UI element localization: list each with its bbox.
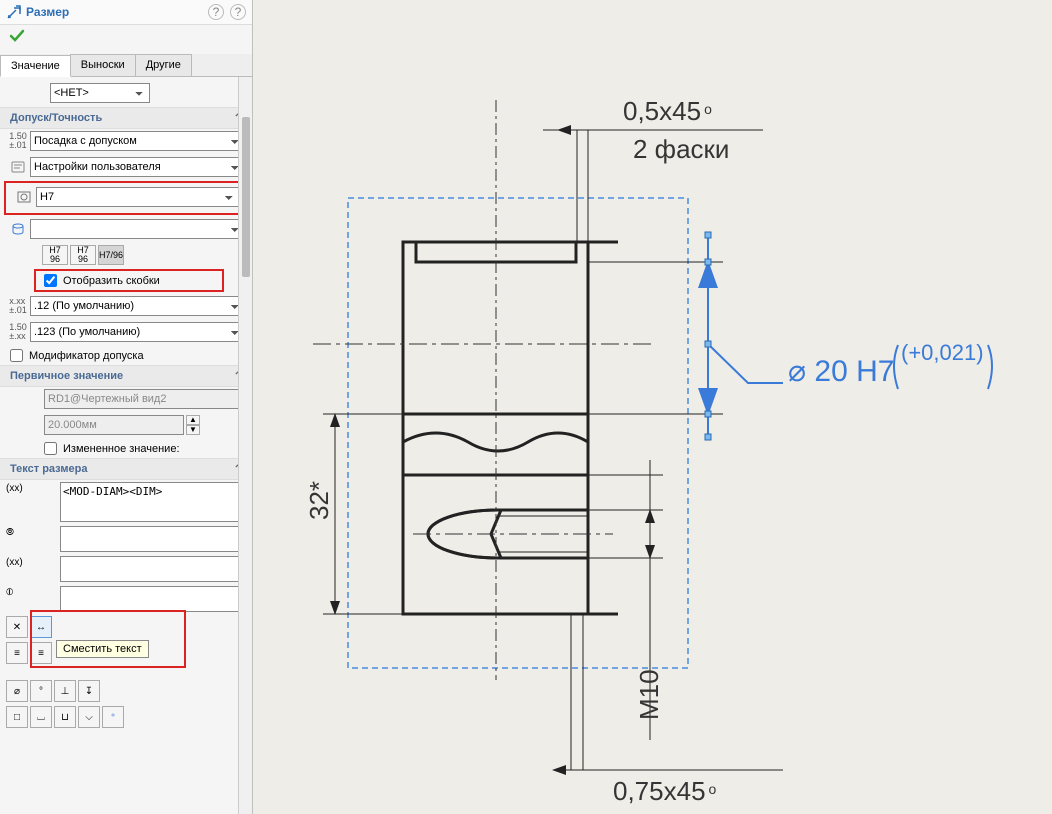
text-prefix-icon[interactable]: (xx)	[6, 482, 30, 494]
sym-btn-7[interactable]: ⊔	[54, 706, 76, 728]
diameter-dim-text[interactable]: ⌀ 20 H7	[788, 355, 894, 388]
tolerance-upper-text: (+0,021)	[901, 340, 984, 365]
primary-name-field	[44, 389, 246, 409]
sym-btn-8[interactable]: ⌵	[78, 706, 100, 728]
sym-btn-5[interactable]: □	[6, 706, 28, 728]
fit-display-btn-1[interactable]: H7 96	[42, 245, 68, 265]
value-up-button[interactable]: ▲	[186, 415, 200, 425]
sym-btn-1[interactable]: ⌀	[6, 680, 28, 702]
dim-text-area-3[interactable]	[60, 556, 240, 582]
dim-text-area-1[interactable]: <MOD-DIAM><DIM>	[60, 482, 240, 522]
help-tip-icon[interactable]: ?	[208, 4, 224, 20]
help-icon[interactable]: ?	[230, 4, 246, 20]
chamfer-bottom-text: 0,75x45o	[613, 776, 717, 806]
changed-value-checkbox[interactable]	[44, 442, 57, 455]
tol-modifier-checkbox[interactable]	[10, 349, 23, 362]
section-primary-label: Первичное значение	[10, 370, 123, 382]
height-dim-text: 32*	[304, 481, 334, 520]
property-panel: Размер ? ? Значение Выноски Другие <НЕТ>…	[0, 0, 253, 814]
section-tolerance[interactable]: Допуск/Точность ⌃	[0, 107, 252, 129]
tab-leaders[interactable]: Выноски	[70, 54, 136, 76]
sym-btn-more[interactable]: ⁺	[102, 706, 124, 728]
thread-dim-text: M10	[634, 669, 664, 720]
sym-btn-4[interactable]: ↧	[78, 680, 100, 702]
value-down-button[interactable]: ▼	[186, 425, 200, 435]
style-select[interactable]: <НЕТ>	[50, 83, 150, 103]
precision1-icon: x.xx±.01	[6, 297, 30, 315]
sym-btn-6[interactable]: ⌴	[30, 706, 52, 728]
shaft-fit-select[interactable]	[30, 219, 246, 239]
sym-btn-3[interactable]: ⊥	[54, 680, 76, 702]
show-brackets-checkbox[interactable]	[44, 274, 57, 287]
dimension-icon	[6, 4, 22, 20]
section-dimtext[interactable]: Текст размера ⌃	[0, 458, 252, 480]
justify-btn-3[interactable]: ≡	[30, 642, 52, 664]
tolerance-type-select[interactable]: Посадка с допуском	[30, 131, 246, 151]
user-settings-icon	[6, 159, 30, 175]
offset-text-tooltip: Сместить текст	[56, 640, 149, 658]
fit-display-btn-3[interactable]: H7/96	[98, 245, 124, 265]
changed-value-label: Измененное значение:	[63, 443, 180, 455]
text-below-icon[interactable]: (xx)	[6, 556, 30, 568]
tolerance-type-icon: 1.50±.01	[6, 132, 30, 150]
shaft-fit-icon	[6, 221, 30, 237]
justify-left-button[interactable]: ✕	[6, 616, 28, 638]
dim-text-area-2[interactable]	[60, 526, 240, 552]
user-settings-select[interactable]: Настройки пользователя	[30, 157, 246, 177]
primary-value-field	[44, 415, 184, 435]
tab-value[interactable]: Значение	[0, 55, 71, 77]
panel-scrollbar[interactable]	[238, 77, 252, 814]
dim-text-area-4[interactable]	[60, 586, 240, 612]
hole-fit-select[interactable]: H7	[36, 187, 240, 207]
fit-display-btn-2[interactable]: H7 96	[70, 245, 96, 265]
offset-text-button[interactable]: ↔	[30, 616, 52, 638]
chamfer-count-text: 2 фаски	[633, 134, 729, 164]
hole-fit-icon	[12, 189, 36, 205]
section-tolerance-label: Допуск/Точность	[10, 112, 102, 124]
sym-btn-2[interactable]: °	[30, 680, 52, 702]
section-primary[interactable]: Первичное значение ⌃	[0, 365, 252, 387]
precision2-select[interactable]: .123 (По умолчанию)	[30, 322, 246, 342]
panel-title: Размер	[26, 5, 208, 19]
precision2-icon: 1.50±.xx	[6, 323, 30, 341]
ok-button[interactable]	[0, 25, 252, 54]
text-center-icon[interactable]: ⦾	[6, 526, 30, 538]
tab-other[interactable]: Другие	[135, 54, 192, 76]
tabs: Значение Выноски Другие	[0, 54, 252, 77]
precision1-select[interactable]: .12 (По умолчанию)	[30, 296, 246, 316]
panel-header: Размер ? ?	[0, 0, 252, 25]
show-brackets-label: Отобразить скобки	[63, 275, 160, 287]
chamfer-top-text: 0,5x45o	[623, 96, 712, 126]
justify-btn-2[interactable]: ≡	[6, 642, 28, 664]
tol-modifier-label: Модификатор допуска	[29, 350, 144, 362]
section-dimtext-label: Текст размера	[10, 463, 87, 475]
text-side-icon[interactable]: ⦶	[6, 586, 30, 598]
drawing-canvas[interactable]: 0,5x45o 2 фаски 32* M10 0,75x45o	[253, 0, 1052, 814]
